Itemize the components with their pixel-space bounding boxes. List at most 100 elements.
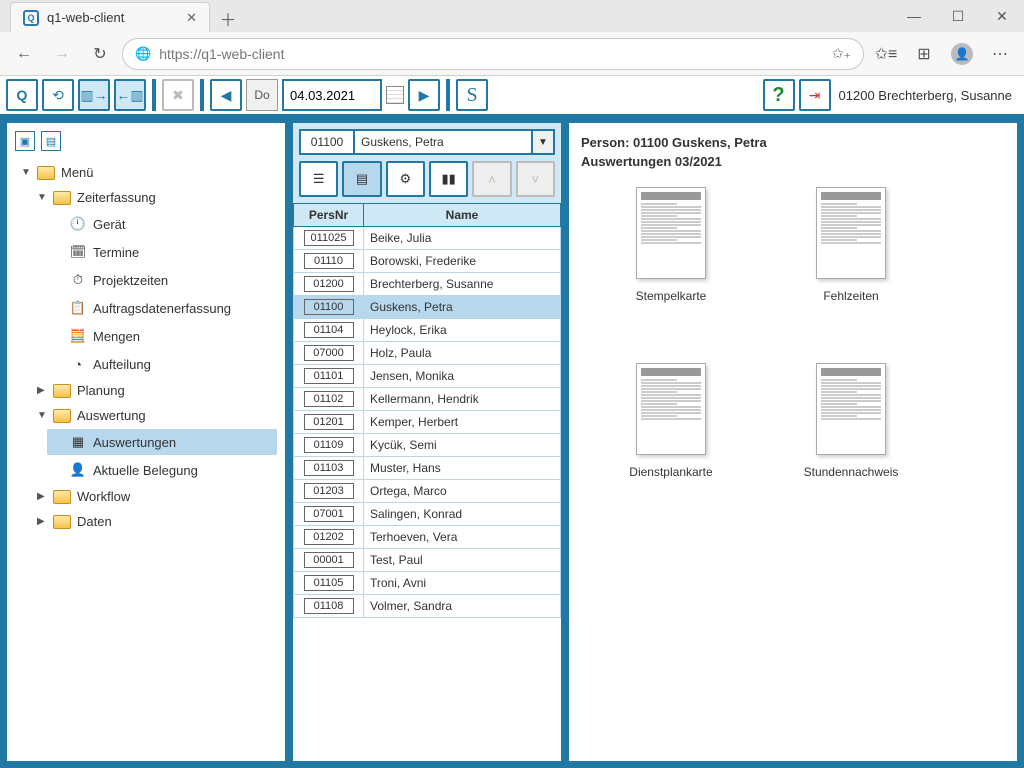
cell-persnr: 01200 (294, 273, 364, 296)
tree-leaf-zeiterfassung-1[interactable]: 🗓 Termine (47, 239, 277, 265)
tree-node-auswertung[interactable]: ▼ Auswertung (31, 404, 277, 427)
favorite-icon[interactable]: ✩₊ (832, 45, 851, 62)
table-row[interactable]: 01105 Troni, Avni (294, 572, 561, 595)
tree-leaf-auswertung-0[interactable]: ▦ Auswertungen (47, 429, 277, 455)
tree-leaf-zeiterfassung-5[interactable]: ◔ Aufteilung (47, 351, 277, 377)
table-row[interactable]: 01200 Brechterberg, Susanne (294, 273, 561, 296)
table-row[interactable]: 01108 Volmer, Sandra (294, 595, 561, 618)
app-home-button[interactable]: Q (6, 79, 38, 111)
nav-refresh-button[interactable]: ↻ (84, 38, 116, 70)
report-thumbnail[interactable]: Stempelkarte (611, 187, 731, 303)
profile-button[interactable]: 👤 (946, 38, 978, 70)
panel-left-icon: ▥→ (80, 87, 107, 104)
nav-tree: ▼ Menü ▼ Zeiterfassung (15, 161, 277, 533)
report-thumbnail[interactable]: Dienstplankarte (611, 363, 731, 479)
chevron-up-icon: ˄ (488, 172, 496, 187)
table-row[interactable]: 01201 Kemper, Herbert (294, 411, 561, 434)
table-row[interactable]: 011025 Beike, Julia (294, 227, 561, 250)
view-settings-button[interactable]: ⚙ (386, 161, 425, 197)
tree-label: Daten (77, 514, 112, 529)
table-row[interactable]: 01104 Heylock, Erika (294, 319, 561, 342)
help-icon: ? (772, 84, 784, 107)
cell-persnr: 01110 (294, 250, 364, 273)
page-preview-icon (636, 363, 706, 455)
more-button[interactable]: ⋯ (984, 38, 1016, 70)
gear-icon: ⚙ (399, 171, 411, 187)
sidebar-left-button[interactable]: ▥→ (78, 79, 110, 111)
tree-node-daten[interactable]: ▶ Daten (31, 510, 277, 533)
view-orgchart-button[interactable]: ☰ (299, 161, 338, 197)
cell-name: Terhoeven, Vera (364, 526, 561, 549)
report-caption: Stempelkarte (636, 289, 707, 303)
tree-leaf-zeiterfassung-2[interactable]: ⏱ Projektzeiten (47, 267, 277, 293)
calendar-icon[interactable] (386, 86, 404, 104)
window-minimize-button[interactable]: ― (892, 2, 936, 30)
favorites-button[interactable]: ✩≡ (870, 38, 902, 70)
sidebar-right-button[interactable]: ←▥ (114, 79, 146, 111)
delete-button: ✖ (162, 79, 194, 111)
view-list-button[interactable]: ▤ (342, 161, 381, 197)
url-input[interactable] (159, 46, 824, 62)
collections-button[interactable]: ⊞ (908, 38, 940, 70)
table-row[interactable]: 01100 Guskens, Petra (294, 296, 561, 319)
tree-label: Termine (93, 245, 139, 260)
window-close-button[interactable]: ✕ (980, 2, 1024, 30)
tree-collapse-icon[interactable]: ▣ (15, 131, 35, 151)
tree-leaf-zeiterfassung-0[interactable]: 🕛 Gerät (47, 211, 277, 237)
table-row[interactable]: 01202 Terhoeven, Vera (294, 526, 561, 549)
person-selector[interactable]: 01100 Guskens, Petra ▼ (299, 129, 555, 155)
s-button[interactable]: S (456, 79, 488, 111)
window-maximize-button[interactable]: ☐ (936, 2, 980, 30)
date-input[interactable] (282, 79, 382, 111)
sync-button[interactable]: ⟲ (42, 79, 74, 111)
chevron-down-icon: ▼ (538, 137, 548, 148)
help-button[interactable]: ? (763, 79, 795, 111)
tree-leaf-zeiterfassung-4[interactable]: 🧮 Mengen (47, 323, 277, 349)
dropdown-button[interactable]: ▼ (533, 129, 555, 155)
table-row[interactable]: 01110 Borowski, Frederike (294, 250, 561, 273)
cell-name: Ortega, Marco (364, 480, 561, 503)
tree-node-planung[interactable]: ▶ Planung (31, 379, 277, 402)
report-thumbnail[interactable]: Stundennachweis (791, 363, 911, 479)
nav-back-button[interactable]: ← (8, 38, 40, 70)
tree-node-zeiterfassung[interactable]: ▼ Zeiterfassung (31, 186, 277, 209)
table-row[interactable]: 07000 Holz, Paula (294, 342, 561, 365)
tree-refresh-icon[interactable]: ▤ (41, 131, 61, 151)
cell-name: Borowski, Frederike (364, 250, 561, 273)
table-row[interactable]: 01102 Kellermann, Hendrik (294, 388, 561, 411)
person-list-panel: 01100 Guskens, Petra ▼ ☰ ▤ ⚙ ▮▮ ˄ ˅ Pers… (292, 122, 562, 762)
next-day-button[interactable]: ▶ (408, 79, 440, 111)
tree-leaf-auswertung-1[interactable]: 👤 Aktuelle Belegung (47, 457, 277, 483)
tree-root-menu[interactable]: ▼ Menü (15, 161, 277, 184)
report-thumbnail[interactable]: Fehlzeiten (791, 187, 911, 303)
cell-persnr: 07000 (294, 342, 364, 365)
cell-name: Beike, Julia (364, 227, 561, 250)
tree-leaf-zeiterfassung-3[interactable]: 📋 Auftragsdatenerfassung (47, 295, 277, 321)
table-row[interactable]: 01109 Kycük, Semi (294, 434, 561, 457)
table-row[interactable]: 01101 Jensen, Monika (294, 365, 561, 388)
cell-persnr: 01104 (294, 319, 364, 342)
col-name[interactable]: Name (364, 204, 561, 227)
close-tab-icon[interactable]: ✕ (186, 10, 197, 26)
col-persnr[interactable]: PersNr (294, 204, 364, 227)
leaf-icon: ◔ (69, 355, 87, 373)
table-row[interactable]: 01103 Muster, Hans (294, 457, 561, 480)
view-columns-button[interactable]: ▮▮ (429, 161, 468, 197)
chevron-right-icon: ▶ (37, 516, 47, 527)
table-row[interactable]: 01203 Ortega, Marco (294, 480, 561, 503)
new-tab-button[interactable]: ＋ (214, 4, 242, 32)
cell-name: Heylock, Erika (364, 319, 561, 342)
prev-day-button[interactable]: ◀ (210, 79, 242, 111)
cell-name: Salingen, Konrad (364, 503, 561, 526)
table-row[interactable]: 00001 Test, Paul (294, 549, 561, 572)
address-bar[interactable]: 🌐 ✩₊ (122, 38, 864, 70)
tree-label: Auswertung (77, 408, 146, 423)
nav-forward-button[interactable]: → (46, 38, 78, 70)
chevron-right-icon: ▶ (419, 87, 430, 104)
leaf-icon: ⏱ (69, 271, 87, 289)
tree-node-workflow[interactable]: ▶ Workflow (31, 485, 277, 508)
table-row[interactable]: 07001 Salingen, Konrad (294, 503, 561, 526)
logout-button[interactable]: ⇥ (799, 79, 831, 111)
globe-icon: 🌐 (135, 46, 151, 62)
browser-tab[interactable]: Q q1-web-client ✕ (10, 2, 210, 32)
